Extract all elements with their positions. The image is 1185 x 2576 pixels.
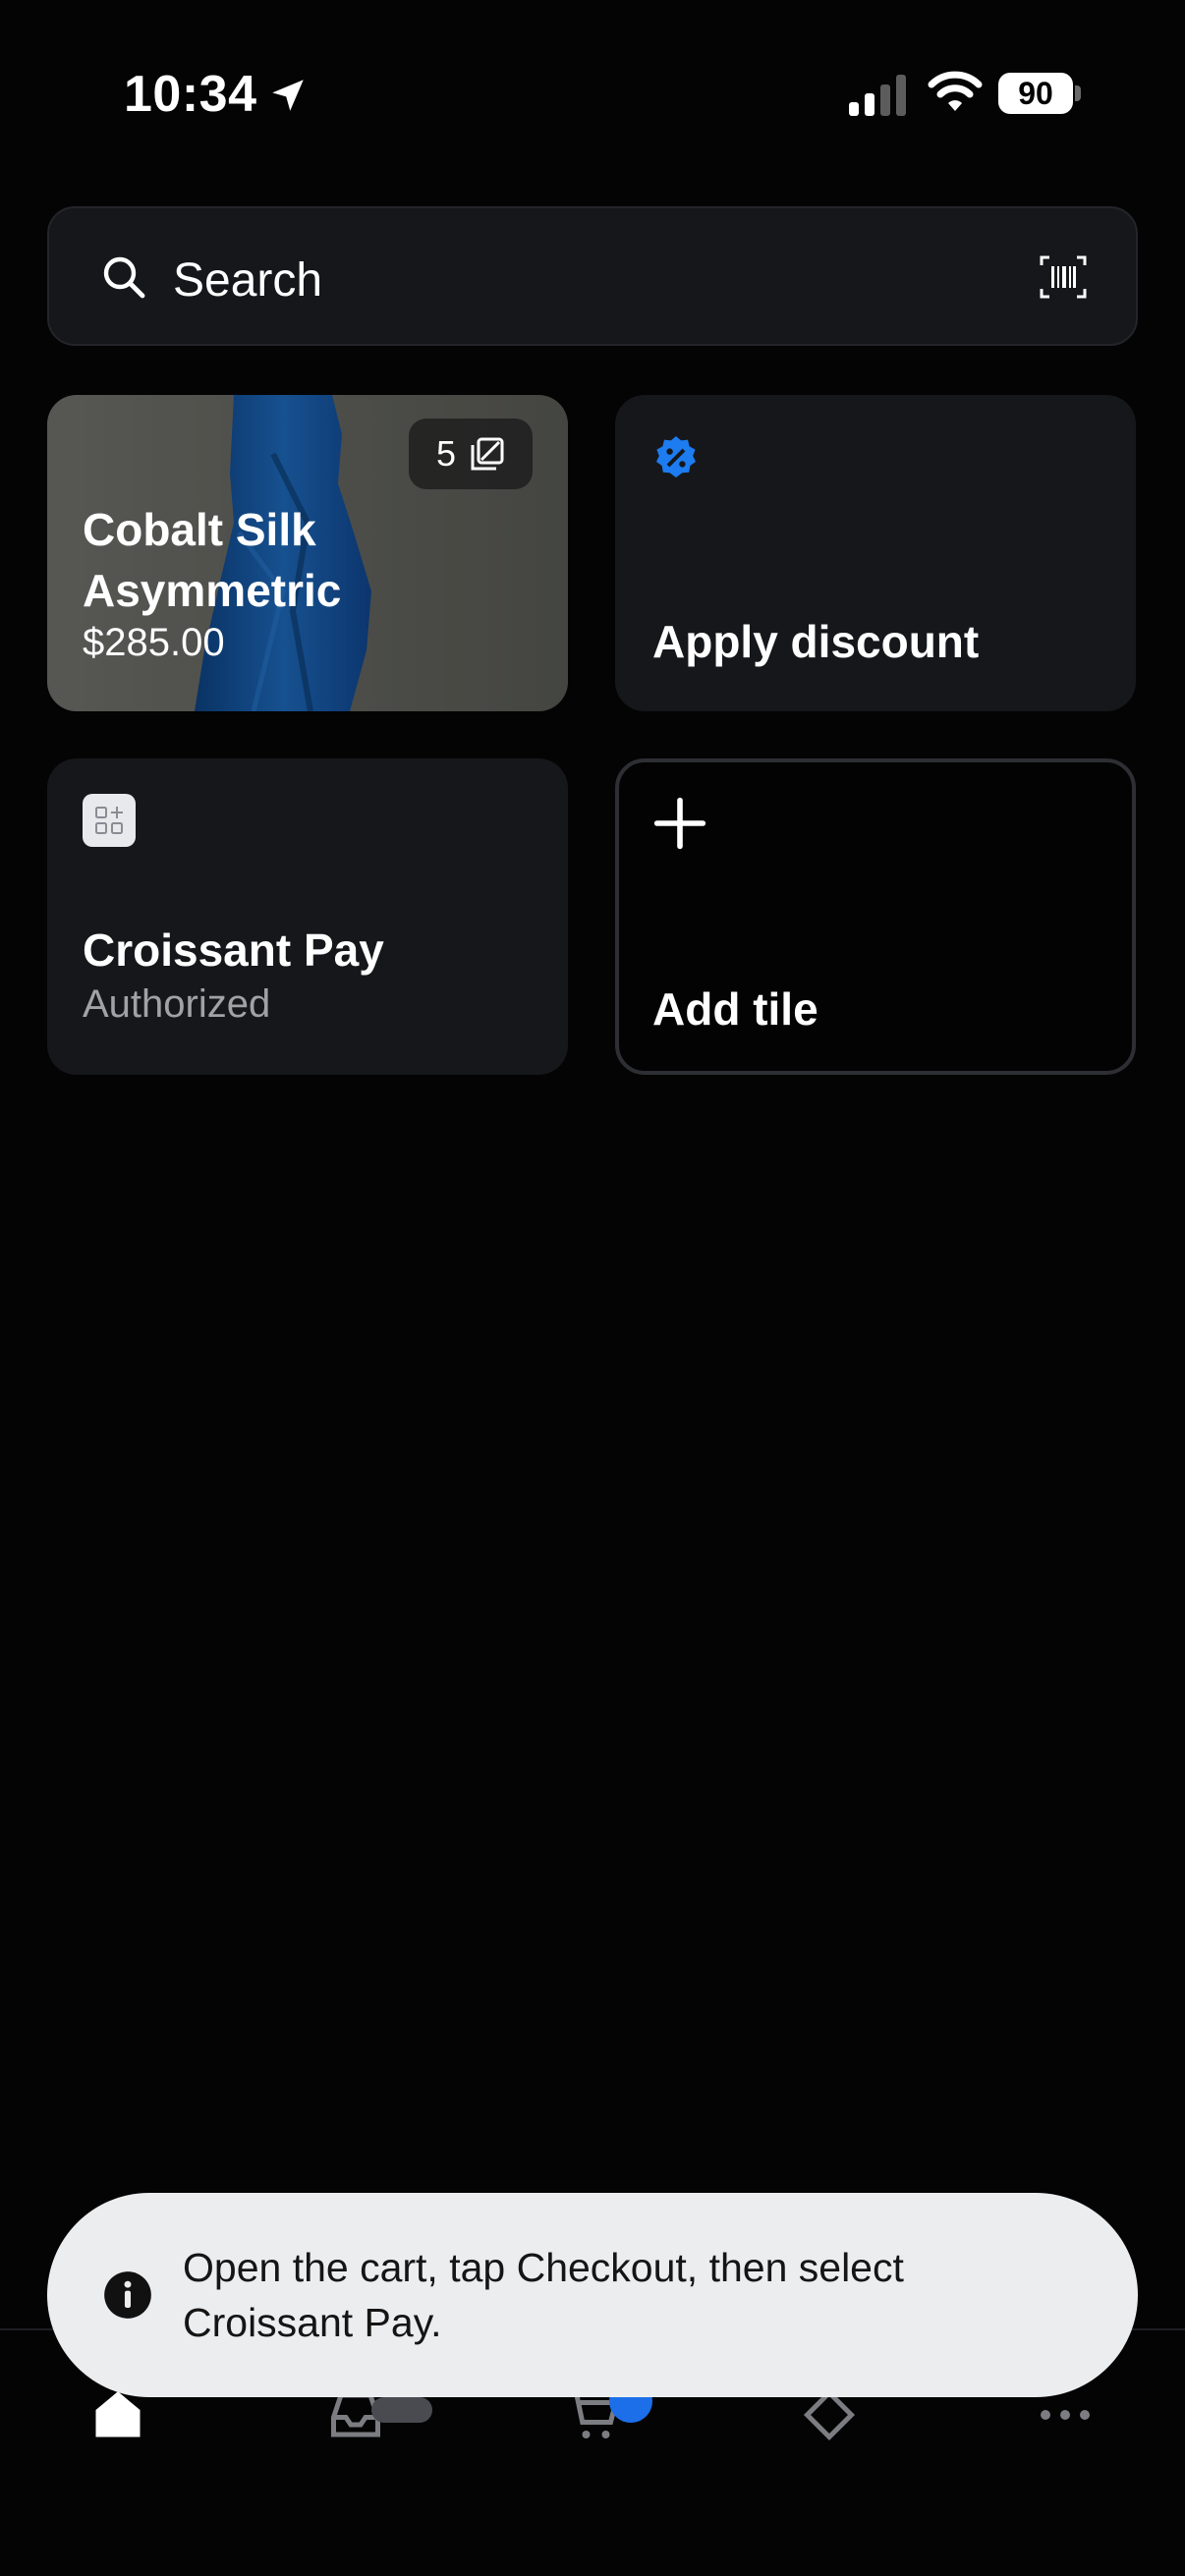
- image-count: 5: [435, 433, 457, 474]
- search-icon: [103, 256, 145, 299]
- product-price: $285.00: [83, 621, 225, 664]
- plus-icon: [653, 797, 706, 850]
- info-icon: [104, 2271, 151, 2319]
- images-icon: [471, 437, 504, 471]
- product-name: Cobalt Silk Asymmetric: [83, 504, 342, 616]
- status-time: 10:34: [124, 66, 257, 123]
- status-bar: 10:34 90: [0, 0, 1185, 187]
- battery-level: 90: [998, 73, 1073, 114]
- add-tile-button[interactable]: Add tile: [615, 758, 1136, 1075]
- search-bar[interactable]: Search: [47, 206, 1138, 346]
- croissant-pay-tile[interactable]: Croissant Pay Authorized: [47, 758, 568, 1075]
- payment-status: Authorized: [83, 982, 271, 1026]
- orders-badge: [371, 2397, 432, 2423]
- battery-tip: [1075, 85, 1081, 101]
- location-arrow-icon: [272, 80, 304, 111]
- cellular-signal-icon: [849, 75, 906, 116]
- pos-home-screen: 10:34 90 Search 5 Cobalt Silk Asymmetric…: [0, 0, 1185, 2576]
- croissant-pay-label: Croissant Pay: [83, 924, 384, 976]
- battery-indicator: 90: [998, 73, 1081, 116]
- discount-badge-icon: [656, 436, 696, 477]
- search-input[interactable]: Search: [173, 253, 322, 308]
- apply-discount-tile[interactable]: Apply discount: [615, 395, 1136, 711]
- image-count-badge: 5: [409, 419, 533, 489]
- wifi-icon: [928, 71, 983, 111]
- apply-discount-label: Apply discount: [652, 616, 980, 667]
- info-toast[interactable]: Open the cart, tap Checkout, then select…: [47, 2193, 1138, 2397]
- product-tile[interactable]: 5 Cobalt Silk Asymmetric $285.00: [47, 395, 568, 711]
- toast-message: Open the cart, tap Checkout, then select…: [183, 2245, 904, 2345]
- add-tile-label: Add tile: [652, 983, 818, 1035]
- barcode-scan-icon[interactable]: [1040, 255, 1087, 299]
- app-grid-icon: [83, 794, 136, 847]
